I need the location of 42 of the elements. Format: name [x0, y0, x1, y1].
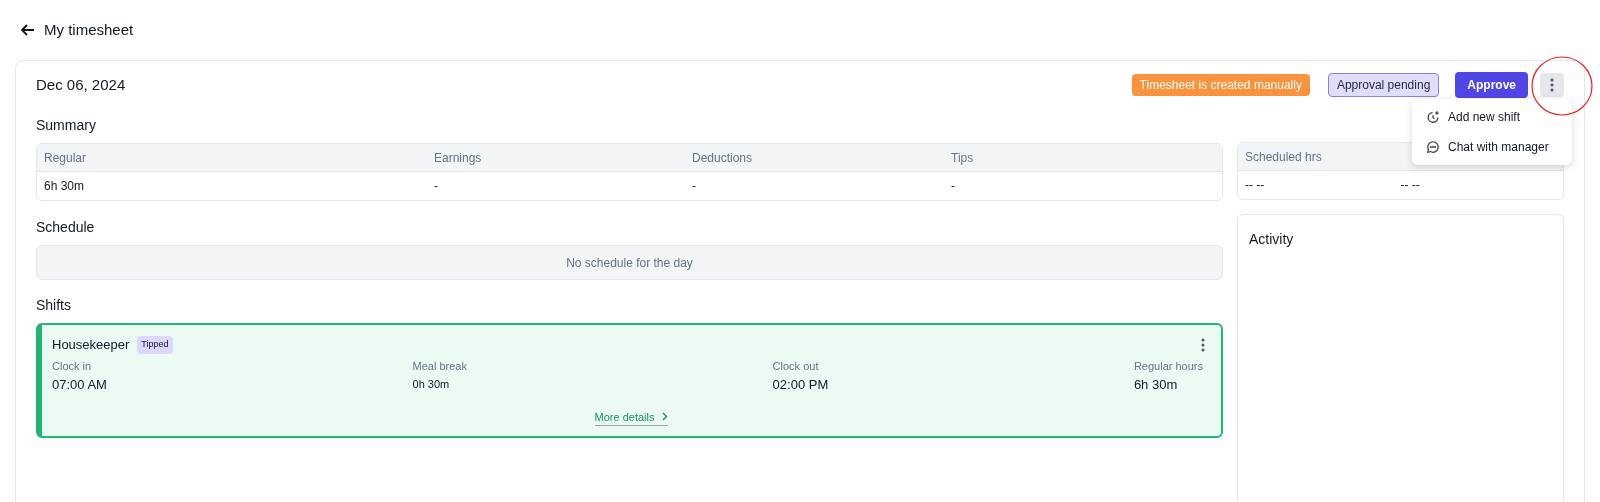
table-cell-text: - [434, 178, 439, 195]
more-details-link[interactable]: More details [594, 408, 669, 426]
field-label: Meal break [412, 358, 467, 374]
column-header: Regular [44, 149, 88, 167]
more-button[interactable] [1540, 73, 1564, 97]
table-cell-text: -- -- [1245, 177, 1266, 194]
page-title: My timesheet [44, 19, 134, 40]
table-cell-text: - [951, 178, 956, 195]
field-label: Regular hours [1133, 358, 1203, 374]
menu-item[interactable]: Chat with manager [1412, 132, 1572, 162]
menu-item[interactable]: Add new shift [1412, 102, 1572, 132]
column-header: Tips [951, 149, 975, 167]
back-arrow-icon[interactable] [20, 22, 36, 38]
annotation-circle [1530, 55, 1594, 117]
table-cell-text: 6h 30m [44, 178, 86, 195]
field-value: 07:00 AM [52, 376, 107, 394]
approve-button[interactable]: Approve [1455, 72, 1528, 98]
more-icon [1201, 337, 1205, 352]
field-value: 02:00 PM [772, 376, 829, 394]
chat-icon [1426, 140, 1440, 154]
empty-schedule-box: No schedule for the day [36, 245, 1223, 280]
field-value: 0h 30m [412, 377, 451, 392]
field-label: Clock out [772, 358, 820, 374]
column-header: Deductions [692, 149, 754, 167]
section-title: Shifts [36, 296, 72, 315]
activity-title: Activity [1249, 231, 1294, 247]
table-cell-text: -- -- [1400, 177, 1421, 194]
section-title: Schedule [36, 218, 96, 237]
date-title: Dec 06, 2024 [36, 74, 126, 95]
status-badge: Approval pending [1327, 73, 1440, 97]
field-label: Clock in [52, 358, 93, 374]
column-header: Earnings [434, 149, 483, 167]
column-header: Scheduled hrs [1245, 148, 1322, 166]
section-title: Summary [36, 116, 97, 135]
field-value: 6h 30m [1133, 376, 1179, 394]
status-badge: Timesheet is created manually [1131, 74, 1310, 96]
shift-role: Housekeeper [52, 336, 130, 354]
tipped-tag: Tipped [137, 336, 173, 354]
chevron-right-icon [662, 412, 669, 422]
more-icon [1550, 78, 1554, 92]
clock-plus-icon [1426, 110, 1440, 124]
table-cell-text: - [692, 178, 697, 195]
